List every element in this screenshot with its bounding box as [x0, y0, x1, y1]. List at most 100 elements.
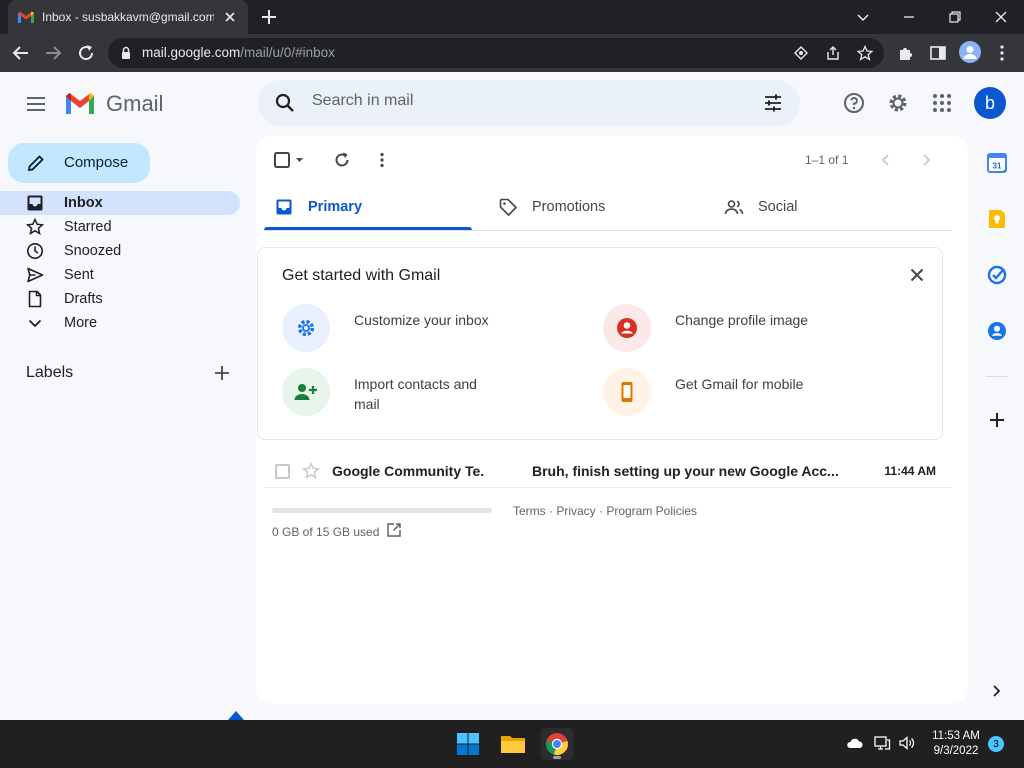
- avatar-letter: b: [984, 92, 995, 113]
- lens-icon[interactable]: [793, 45, 809, 61]
- add-label-plus-icon[interactable]: [212, 363, 232, 383]
- new-tab-icon[interactable]: [260, 8, 278, 26]
- browser-tab-gmail[interactable]: Inbox - susbakkavm@gmail.com: [8, 0, 248, 34]
- profile-person-icon: [963, 46, 977, 59]
- newer-chevron-left-icon[interactable]: [876, 150, 896, 170]
- get-started-change-profile-image[interactable]: Change profile image: [603, 304, 883, 354]
- browser-profile-avatar[interactable]: [959, 41, 981, 63]
- tasks-icon[interactable]: [986, 264, 1008, 286]
- address-bar[interactable]: mail.google.com/mail/u/0/#inbox: [108, 38, 884, 68]
- calendar-icon[interactable]: 31: [986, 152, 1008, 174]
- browser-menu-kebab-icon[interactable]: [992, 43, 1012, 63]
- extensions-puzzle-icon[interactable]: [896, 43, 916, 63]
- contacts-icon[interactable]: [986, 320, 1008, 342]
- volume-icon[interactable]: [898, 734, 916, 752]
- onedrive-cloud-icon[interactable]: [846, 734, 864, 752]
- tab-search-chevron-icon[interactable]: [852, 6, 874, 28]
- table-row[interactable]: Google Community Te. Bruh, finish settin…: [264, 454, 952, 488]
- open-in-new-icon[interactable]: [386, 522, 402, 538]
- more-actions-kebab-icon[interactable]: [372, 150, 392, 170]
- restore-icon[interactable]: [944, 6, 966, 28]
- bookmark-star-icon[interactable]: [857, 45, 873, 61]
- search-filters-icon[interactable]: [762, 92, 784, 114]
- sidebar-item-snoozed[interactable]: Snoozed: [0, 239, 240, 263]
- select-all-checkbox-icon[interactable]: [272, 150, 306, 170]
- search-bar[interactable]: [258, 80, 800, 126]
- star-toggle-icon[interactable]: [302, 462, 320, 480]
- sidebar-item-drafts[interactable]: Drafts: [0, 287, 240, 311]
- network-icon[interactable]: [873, 734, 891, 752]
- pagination-count: 1–1 of 1: [805, 153, 849, 167]
- share-icon[interactable]: [825, 45, 841, 61]
- apps-grid-icon[interactable]: [930, 91, 954, 115]
- draft-icon: [28, 290, 42, 308]
- get-started-customize-inbox[interactable]: Customize your inbox: [282, 304, 562, 354]
- sidebar-item-inbox[interactable]: Inbox: [0, 191, 240, 215]
- clock-time: 11:53 AM: [932, 730, 980, 742]
- folder-icon: [501, 736, 525, 753]
- start-button[interactable]: [452, 728, 484, 760]
- gmail-wordmark[interactable]: Gmail: [106, 91, 163, 117]
- inbox-tab-icon: [276, 199, 292, 215]
- search-icon[interactable]: [274, 92, 296, 114]
- account-avatar[interactable]: b: [974, 87, 1006, 119]
- sidebar-item-label: Drafts: [64, 291, 103, 307]
- email-sender: Google Community Te.: [332, 463, 485, 479]
- send-icon: [27, 267, 44, 283]
- compose-button[interactable]: Compose: [8, 143, 150, 183]
- footer-links[interactable]: Terms · Privacy · Program Policies: [513, 504, 697, 518]
- search-input[interactable]: [312, 92, 732, 110]
- inbox-icon: [27, 195, 43, 211]
- side-panel-icon[interactable]: [928, 43, 948, 63]
- older-chevron-right-icon[interactable]: [916, 150, 936, 170]
- clock-date: 9/3/2022: [933, 745, 979, 757]
- get-started-item-label: Get Gmail for mobile: [675, 376, 804, 392]
- tab-primary[interactable]: Primary: [264, 184, 472, 230]
- tab-label: Social: [758, 199, 798, 215]
- tab-social[interactable]: Social: [714, 184, 922, 230]
- people-icon: [724, 200, 744, 215]
- close-window-icon[interactable]: [990, 6, 1012, 28]
- close-tab-icon[interactable]: [222, 9, 238, 25]
- sidebar-item-sent[interactable]: Sent: [0, 263, 240, 287]
- sidebar-item-starred[interactable]: Starred: [0, 215, 240, 239]
- file-explorer-button[interactable]: [497, 728, 529, 760]
- chat-expand-caret-icon[interactable]: [228, 711, 244, 720]
- sidebar-item-label: Snoozed: [64, 243, 122, 259]
- chrome-taskbar-button[interactable]: [541, 728, 573, 760]
- phone-icon: [621, 382, 633, 402]
- reload-icon[interactable]: [75, 42, 97, 64]
- system-clock[interactable]: 11:53 AM 9/3/2022: [926, 729, 986, 759]
- gmail-mobile-badge: [603, 368, 651, 416]
- sidebar-item-label: Starred: [64, 219, 112, 235]
- url-path: /mail/u/0/#inbox: [240, 45, 335, 60]
- refresh-icon[interactable]: [332, 150, 352, 170]
- get-started-gmail-mobile[interactable]: Get Gmail for mobile: [603, 368, 883, 418]
- forward-arrow-icon[interactable]: [42, 42, 64, 64]
- main-menu-icon[interactable]: [24, 92, 48, 116]
- close-icon[interactable]: [908, 266, 926, 284]
- clock-icon: [27, 243, 43, 259]
- sidebar-item-more[interactable]: More: [0, 311, 240, 335]
- url-host: mail.google.com: [142, 45, 241, 60]
- hide-side-panel-chevron-icon[interactable]: [988, 683, 1004, 699]
- email-select-checkbox[interactable]: [275, 464, 290, 479]
- get-started-item-label: Change profile image: [675, 312, 809, 328]
- labels-heading: Labels: [26, 364, 74, 381]
- get-started-import-contacts[interactable]: Import contacts and mail: [282, 368, 562, 418]
- help-icon[interactable]: [842, 91, 866, 115]
- settings-gear-icon[interactable]: [886, 91, 910, 115]
- keep-icon[interactable]: [986, 208, 1008, 230]
- tab-promotions[interactable]: Promotions: [488, 184, 696, 230]
- account-circle-icon: [617, 318, 637, 338]
- gmail-logo-icon[interactable]: [64, 90, 96, 116]
- get-addons-plus-icon[interactable]: [986, 409, 1008, 431]
- back-arrow-icon[interactable]: [10, 42, 32, 64]
- get-started-card: Get started with Gmail Customize your in…: [257, 247, 943, 440]
- notification-badge[interactable]: 3: [988, 736, 1004, 752]
- sidebar-item-label: Inbox: [64, 195, 103, 211]
- minimize-icon[interactable]: [898, 6, 920, 28]
- lock-icon[interactable]: [118, 45, 134, 61]
- change-profile-badge: [603, 304, 651, 352]
- import-contacts-badge: [282, 368, 330, 416]
